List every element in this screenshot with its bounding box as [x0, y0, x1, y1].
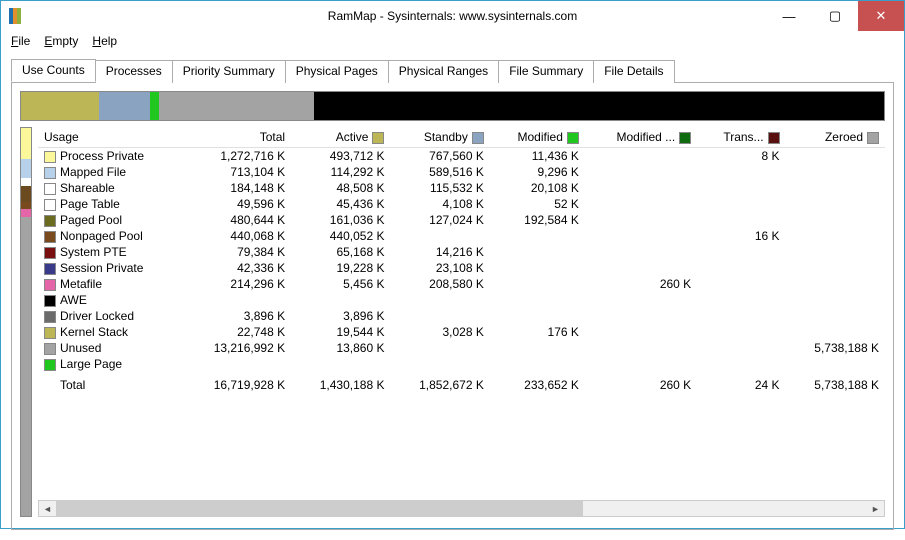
table-row[interactable]: Page Table49,596 K45,436 K4,108 K52 K — [38, 196, 885, 212]
row-swatch-icon — [44, 247, 56, 259]
column-swatch-icon — [567, 132, 579, 144]
menu-empty[interactable]: Empty — [38, 32, 84, 50]
column-swatch-icon — [679, 132, 691, 144]
table-row[interactable]: System PTE79,384 K65,168 K14,216 K — [38, 244, 885, 260]
col-modified[interactable]: Modified — [490, 127, 585, 148]
stackbar-segment — [21, 92, 99, 120]
horizontal-scrollbar[interactable]: ◄ ► — [38, 500, 885, 517]
menubar: FileEmptyHelp — [1, 31, 904, 51]
table-row[interactable]: Kernel Stack22,748 K19,544 K3,028 K176 K — [38, 324, 885, 340]
col-zeroed[interactable]: Zeroed — [786, 127, 885, 148]
row-swatch-icon — [44, 343, 56, 355]
row-swatch-icon — [44, 295, 56, 307]
row-swatch-icon — [44, 151, 56, 163]
table-row[interactable]: Shareable184,148 K48,508 K115,532 K20,10… — [38, 180, 885, 196]
table-row[interactable]: Paged Pool480,644 K161,036 K127,024 K192… — [38, 212, 885, 228]
tab-use-counts[interactable]: Use Counts — [11, 59, 96, 82]
col-usage[interactable]: Usage — [38, 127, 183, 148]
column-swatch-icon — [372, 132, 384, 144]
tabstrip: Use CountsProcessesPriority SummaryPhysi… — [11, 59, 894, 82]
tab-file-summary[interactable]: File Summary — [498, 60, 594, 83]
row-swatch-icon — [44, 231, 56, 243]
tab-physical-pages[interactable]: Physical Pages — [285, 60, 389, 83]
maximize-button[interactable]: ▢ — [812, 1, 858, 31]
stackbar-segment — [99, 92, 151, 120]
use-counts-table-wrap: UsageTotalActiveStandbyModifiedModified … — [38, 127, 885, 517]
minimize-button[interactable]: — — [766, 1, 812, 31]
row-swatch-icon — [44, 279, 56, 291]
close-button[interactable]: ✕ — [858, 1, 904, 31]
menu-help[interactable]: Help — [86, 32, 123, 50]
col-total[interactable]: Total — [183, 127, 291, 148]
tab-physical-ranges[interactable]: Physical Ranges — [388, 60, 499, 83]
table-row[interactable]: Large Page — [38, 356, 885, 372]
scroll-thumb[interactable] — [56, 501, 583, 516]
row-swatch-icon — [44, 199, 56, 211]
col-active[interactable]: Active — [291, 127, 390, 148]
row-swatch-icon — [44, 167, 56, 179]
column-swatch-icon — [768, 132, 780, 144]
column-swatch-icon — [867, 132, 879, 144]
left-legend — [20, 127, 32, 517]
tab-body: UsageTotalActiveStandbyModifiedModified … — [11, 82, 894, 530]
stackbar-segment — [150, 92, 159, 120]
scroll-right-arrow[interactable]: ► — [867, 501, 884, 516]
col-standby[interactable]: Standby — [390, 127, 489, 148]
table-row[interactable]: Driver Locked3,896 K3,896 K — [38, 308, 885, 324]
table-row[interactable]: Unused13,216,992 K13,860 K5,738,188 K — [38, 340, 885, 356]
scroll-left-arrow[interactable]: ◄ — [39, 501, 56, 516]
table-row[interactable]: Metafile214,296 K5,456 K208,580 K260 K — [38, 276, 885, 292]
row-swatch-icon — [44, 311, 56, 323]
table-row[interactable]: Process Private1,272,716 K493,712 K767,5… — [38, 148, 885, 165]
column-swatch-icon — [472, 132, 484, 144]
totals-row: Total16,719,928 K1,430,188 K1,852,672 K2… — [38, 372, 885, 393]
col-trans-[interactable]: Trans... — [697, 127, 785, 148]
titlebar[interactable]: RamMap - Sysinternals: www.sysinternals.… — [1, 1, 904, 31]
tab-file-details[interactable]: File Details — [593, 60, 674, 83]
row-swatch-icon — [44, 359, 56, 371]
row-swatch-icon — [44, 215, 56, 227]
tab-priority-summary[interactable]: Priority Summary — [172, 60, 286, 83]
row-swatch-icon — [44, 183, 56, 195]
col-modified-[interactable]: Modified ... — [585, 127, 697, 148]
menu-file[interactable]: File — [5, 32, 36, 50]
memory-stackbar — [20, 91, 885, 121]
table-row[interactable]: AWE — [38, 292, 885, 308]
use-counts-table: UsageTotalActiveStandbyModifiedModified … — [38, 127, 885, 393]
app-icon — [9, 8, 25, 24]
table-row[interactable]: Session Private42,336 K19,228 K23,108 K — [38, 260, 885, 276]
row-swatch-icon — [44, 327, 56, 339]
table-row[interactable]: Mapped File713,104 K114,292 K589,516 K9,… — [38, 164, 885, 180]
table-row[interactable]: Nonpaged Pool440,068 K440,052 K16 K — [38, 228, 885, 244]
table-header-row: UsageTotalActiveStandbyModifiedModified … — [38, 127, 885, 148]
stackbar-segment — [314, 92, 884, 120]
stackbar-segment — [159, 92, 314, 120]
tab-processes[interactable]: Processes — [95, 60, 173, 83]
row-swatch-icon — [44, 263, 56, 275]
